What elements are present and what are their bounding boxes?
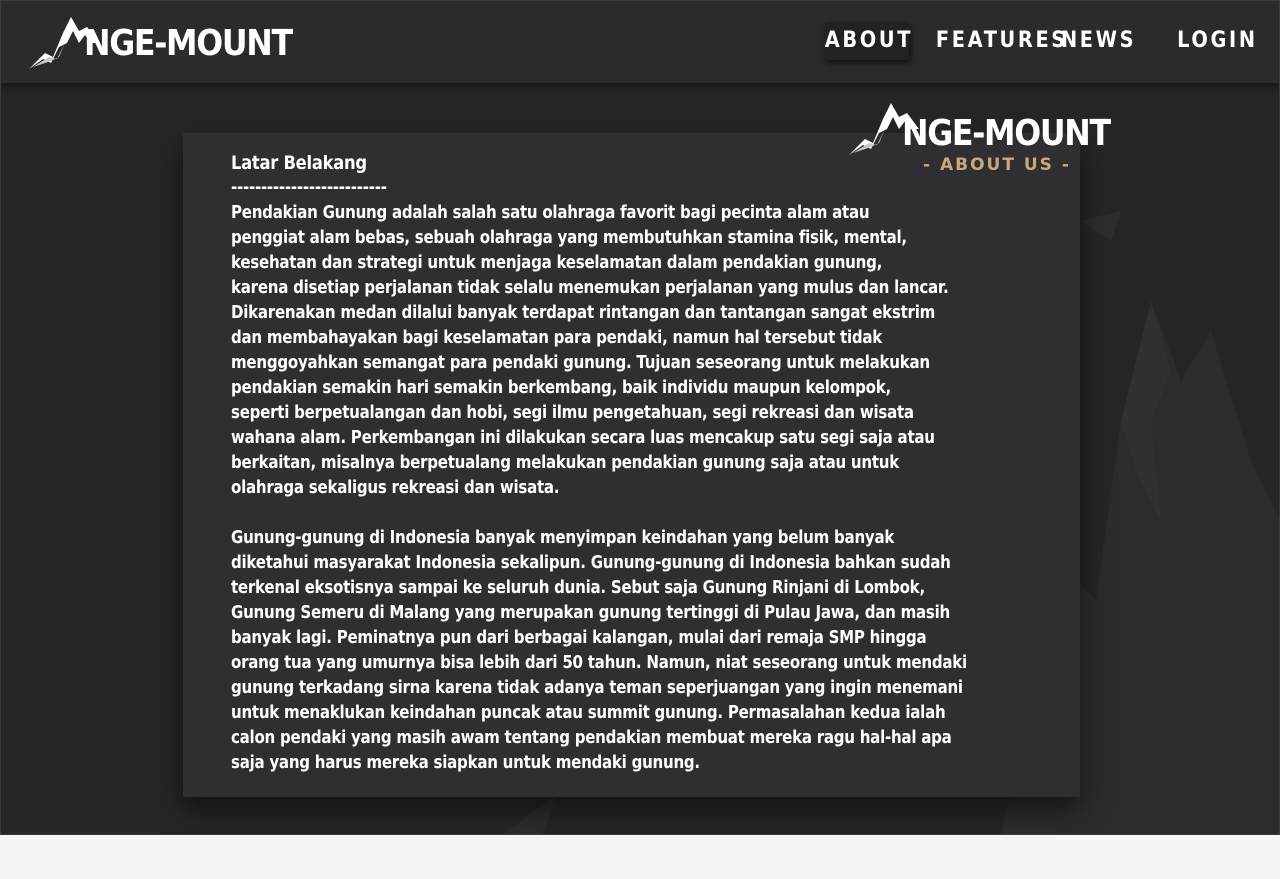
paragraph-line: kesehatan dan strategi untuk menjaga kes… <box>231 253 883 273</box>
paragraph-line: Dikarenakan medan dilalui banyak terdapa… <box>231 303 936 323</box>
paragraph-line: dan membahayakan bagi keselamatan para p… <box>231 328 883 348</box>
paragraph-line: pendakian semakin hari semakin berkemban… <box>231 378 891 398</box>
heading-divider: -------------------------- <box>231 178 387 198</box>
paragraph-line: Pendakian Gunung adalah salah satu olahr… <box>231 203 870 223</box>
nav-item-about[interactable]: ABOUT <box>824 22 910 60</box>
brand-logo[interactable]: NGE-MOUNT <box>29 13 293 71</box>
page-frame: NGE-MOUNT ABOUT FEATURES NEWS LOGIN Lata… <box>0 0 1280 835</box>
paragraph-line: orang tua yang umurnya bisa lebih dari 5… <box>231 653 967 673</box>
about-logo: NGE-MOUNT - ABOUT US - <box>849 101 1111 181</box>
paragraph-line: berkaitan, misalnya berpetualang melakuk… <box>231 453 899 473</box>
paragraph-line: gunung terkadang sirna karena tidak adan… <box>231 678 963 698</box>
paragraph-line: menggoyahkan semangat para pendaki gunun… <box>231 353 930 373</box>
paragraph-line: wahana alam. Perkembangan ini dilakukan … <box>231 428 935 448</box>
login-button[interactable]: LOGIN <box>1177 22 1255 60</box>
navbar: NGE-MOUNT ABOUT FEATURES NEWS LOGIN <box>1 1 1279 83</box>
paragraph-line: calon pendaki yang masih awam tentang pe… <box>231 728 952 748</box>
paragraph-line: seperti berpetualangan dan hobi, segi il… <box>231 403 914 423</box>
paragraph-line: karena disetiap perjalanan tidak selalu … <box>231 278 949 298</box>
paragraph-line: Gunung Semeru di Malang yang merupakan g… <box>231 603 951 623</box>
paragraph-line: saja yang harus mereka siapkan untuk men… <box>231 753 700 773</box>
brand-name: NGE-MOUNT <box>84 23 293 64</box>
nav-item-features[interactable]: FEATURES <box>936 22 1065 60</box>
nav-item-news[interactable]: NEWS <box>1061 22 1134 60</box>
paragraph-line: diketahui masyarakat Indonesia sekalipun… <box>231 553 951 573</box>
paragraph-line: penggiat alam bebas, sebuah olahraga yan… <box>231 228 907 248</box>
about-heading: Latar Belakang <box>231 152 367 174</box>
paragraph-line: untuk menaklukan keindahan puncak atau s… <box>231 703 946 723</box>
about-content: Latar Belakang -------------------------… <box>231 151 1071 776</box>
paragraph-line: Gunung-gunung di Indonesia banyak menyim… <box>231 528 895 548</box>
about-paragraph-1: Pendakian Gunung adalah salah satu olahr… <box>231 201 1071 501</box>
paragraph-line: terkenal eksotisnya sampai ke seluruh du… <box>231 578 925 598</box>
paragraph-line: banyak lagi. Peminatnya pun dari berbaga… <box>231 628 927 648</box>
about-logo-name: NGE-MOUNT <box>902 113 1111 154</box>
about-logo-subtitle: - ABOUT US - <box>923 155 1071 175</box>
about-card: Latar Belakang -------------------------… <box>183 133 1080 797</box>
about-paragraph-2: Gunung-gunung di Indonesia banyak menyim… <box>231 526 1071 776</box>
paragraph-line: olahraga sekaligus rekreasi dan wisata. <box>231 478 560 498</box>
